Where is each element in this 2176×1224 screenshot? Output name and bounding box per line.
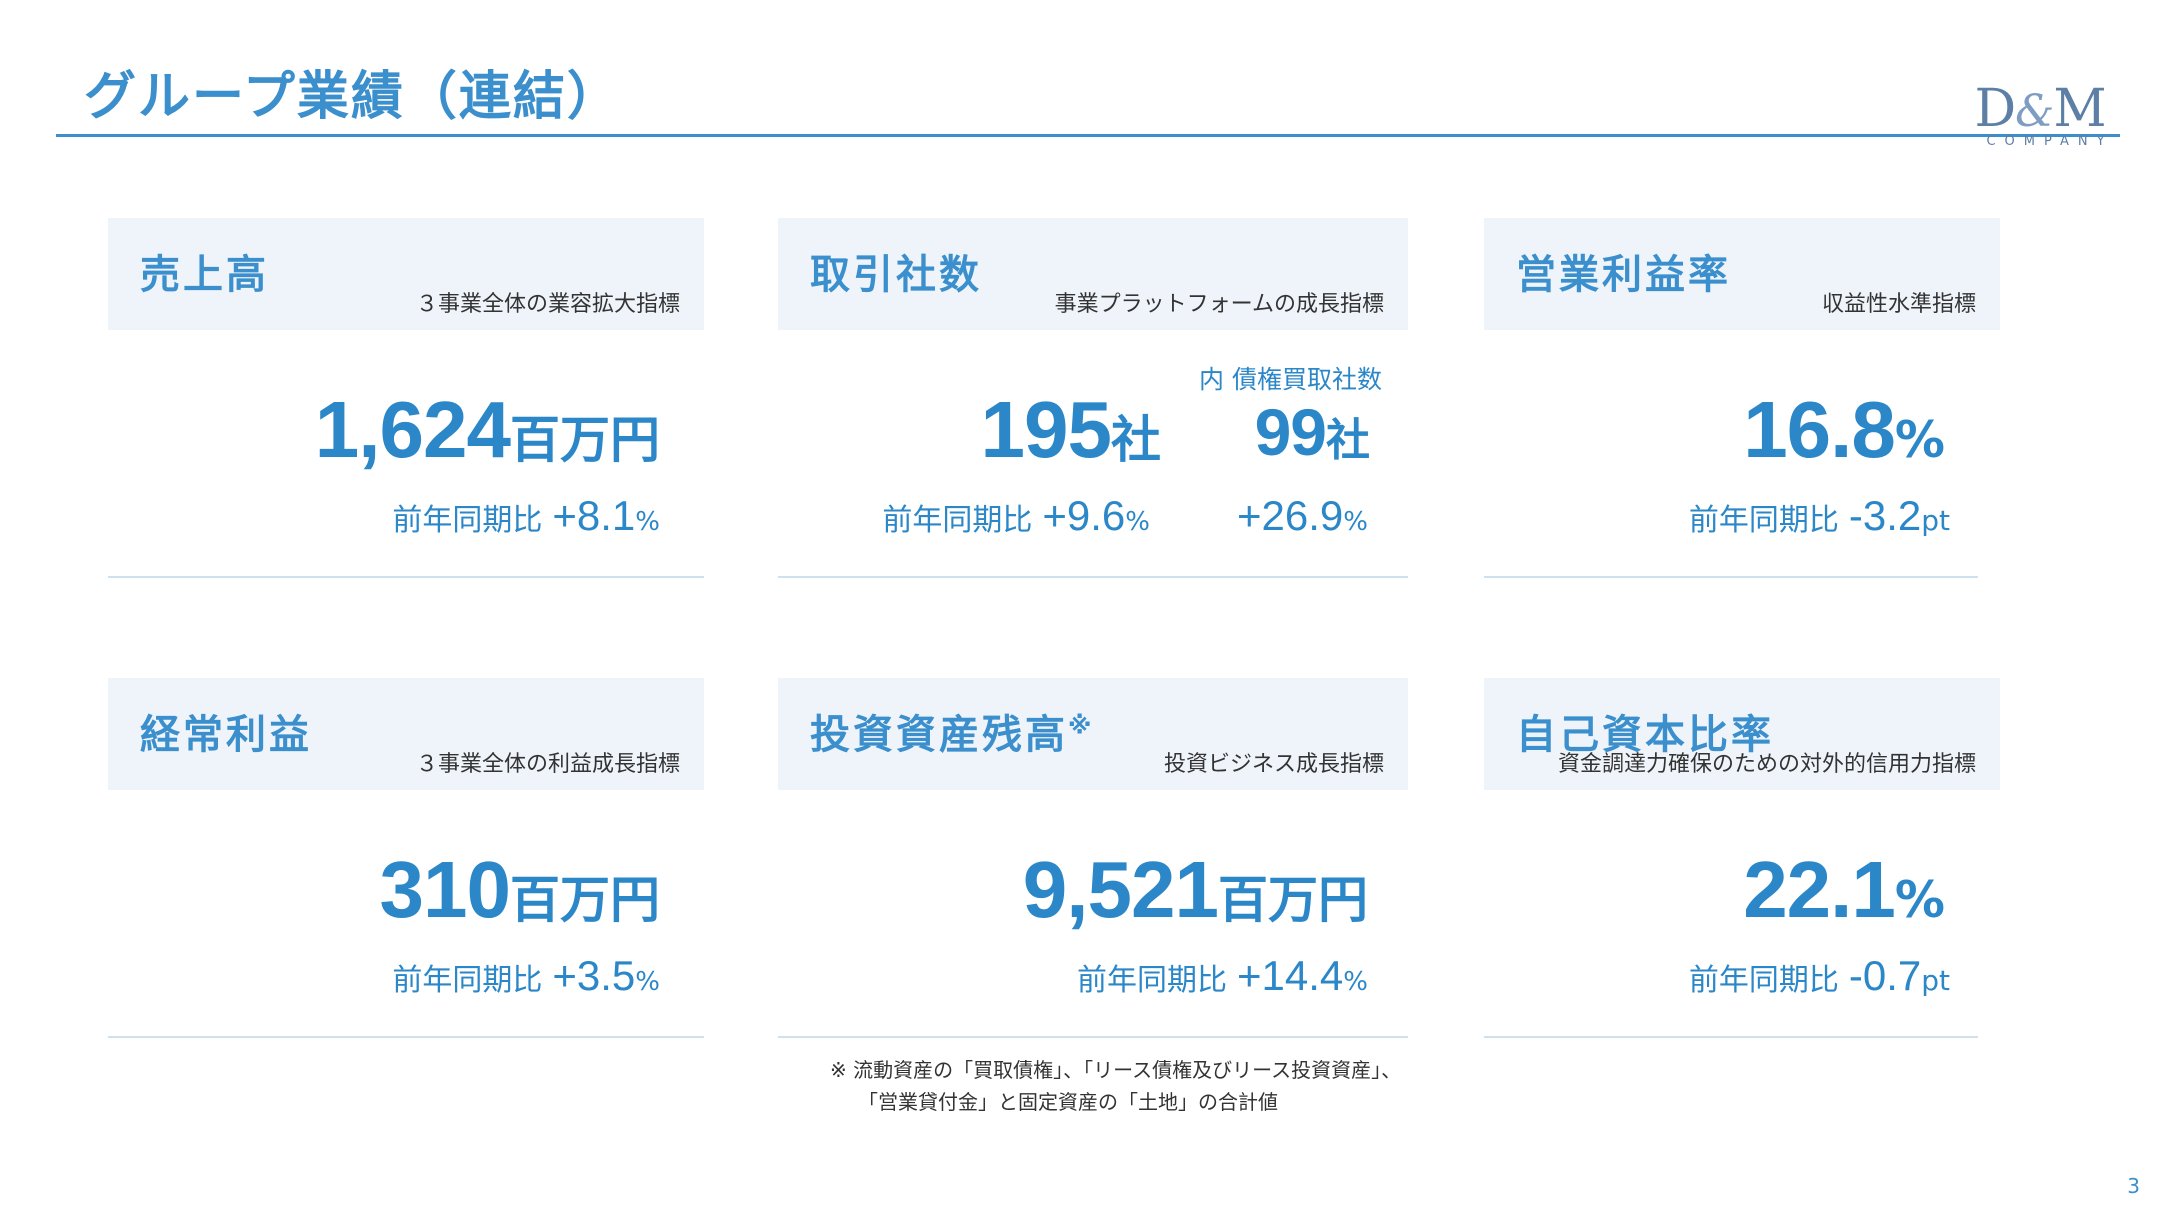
logo-wordmark: D&M — [1974, 79, 2106, 139]
partners-value: 195社 — [980, 385, 1161, 474]
operating-margin-yoy: 前年同期比 -3.2pt — [1688, 492, 1950, 539]
footnote-line: ※ 流動資産の「買取債権」、「リース債権及びリース投資資産」、 — [830, 1058, 1402, 1082]
footnote-mark: ※ — [1068, 711, 1092, 740]
investment-assets-value: 9,521百万円 — [1022, 845, 1368, 934]
card-header: 投資資産残高※ 投資ビジネス成長指標 — [778, 678, 1408, 790]
card-header: 取引社数 事業プラットフォームの成長指標 — [778, 218, 1408, 330]
card-title: 取引社数 — [810, 252, 982, 298]
footnote-line: 「営業貸付金」と固定資産の「土地」の合計値 — [858, 1090, 1278, 1114]
company-logo: D&M COMPANY — [1960, 79, 2120, 149]
operating-margin-value: 16.8% — [1743, 385, 1945, 474]
card-header: 経常利益 ３事業全体の利益成長指標 — [108, 678, 704, 790]
page-title: グループ業績（連結） — [84, 67, 621, 127]
sales-card: 売上高 ３事業全体の業容拡大指標 1,624百万円 前年同期比 +8.1% — [108, 218, 704, 578]
card-subtitle: ３事業全体の利益成長指標 — [415, 752, 680, 777]
footnote: ※ 流動資産の「買取債権」、「リース債権及びリース投資資産」、 「営業貸付金」と… — [830, 1054, 1401, 1118]
partners-yoy: 前年同期比 +9.6% — [882, 492, 1150, 539]
card-divider — [1484, 1036, 1978, 1038]
investment-assets-card: 投資資産残高※ 投資ビジネス成長指標 9,521百万円 前年同期比 +14.4% — [778, 678, 1408, 1038]
purchase-partners-yoy: +26.9% — [1237, 492, 1368, 539]
card-divider — [778, 576, 1408, 578]
card-title: 投資資産残高※ — [810, 711, 1092, 758]
card-title: 売上高 — [140, 252, 269, 298]
equity-ratio-value: 22.1% — [1743, 845, 1945, 934]
card-divider — [1484, 576, 1978, 578]
sales-yoy: 前年同期比 +8.1% — [392, 492, 660, 539]
card-title: 経常利益 — [140, 712, 312, 758]
card-divider — [778, 1036, 1408, 1038]
card-divider — [108, 576, 704, 578]
page-number: 3 — [2127, 1174, 2140, 1198]
card-header: 自己資本比率 資金調達力確保のための対外的信用力指標 — [1484, 678, 2000, 790]
partners-card: 取引社数 事業プラットフォームの成長指標 195社 内 債権買取社数 99社 前… — [778, 218, 1408, 578]
investment-assets-yoy: 前年同期比 +14.4% — [1077, 952, 1368, 999]
ordinary-profit-value: 310百万円 — [379, 845, 660, 934]
purchase-partners-value: 99社 — [1254, 395, 1370, 469]
equity-ratio-yoy: 前年同期比 -0.7pt — [1688, 952, 1950, 999]
card-title: 営業利益率 — [1516, 252, 1731, 298]
card-header: 売上高 ３事業全体の業容拡大指標 — [108, 218, 704, 330]
card-divider — [108, 1036, 704, 1038]
title-divider — [56, 134, 2120, 137]
card-subtitle: 事業プラットフォームの成長指標 — [1054, 292, 1384, 317]
operating-margin-card: 営業利益率 収益性水準指標 16.8% 前年同期比 -3.2pt — [1484, 218, 2000, 578]
card-subtitle: 投資ビジネス成長指標 — [1163, 752, 1384, 777]
logo-subtext: COMPANY — [1986, 134, 2114, 149]
card-header: 営業利益率 収益性水準指標 — [1484, 218, 2000, 330]
purchase-partners-label: 内 債権買取社数 — [1199, 365, 1382, 394]
card-subtitle: 収益性水準指標 — [1821, 292, 1976, 317]
ordinary-profit-yoy: 前年同期比 +3.5% — [392, 952, 660, 999]
sales-value: 1,624百万円 — [314, 385, 660, 474]
equity-ratio-card: 自己資本比率 資金調達力確保のための対外的信用力指標 22.1% 前年同期比 -0… — [1484, 678, 2000, 1038]
ordinary-profit-card: 経常利益 ３事業全体の利益成長指標 310百万円 前年同期比 +3.5% — [108, 678, 704, 1038]
card-subtitle: ３事業全体の業容拡大指標 — [415, 292, 680, 317]
card-subtitle: 資金調達力確保のための対外的信用力指標 — [1557, 752, 1976, 777]
